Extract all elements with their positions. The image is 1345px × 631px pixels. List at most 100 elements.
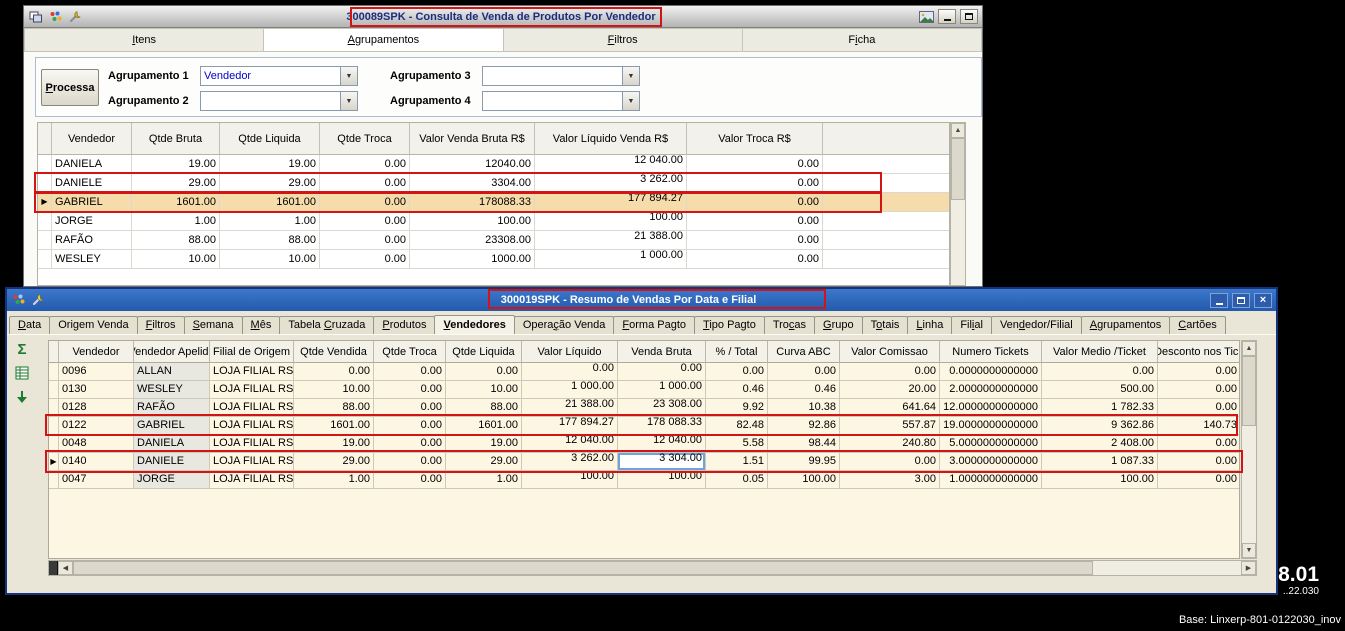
tab-grupo[interactable]: Grupo [814,316,863,334]
chevron-down-icon[interactable]: ▼ [622,67,639,85]
column-header-valor-liquido-venda-r[interactable]: Valor Líquido Venda R$ [535,123,687,155]
cell-valor-troca-r[interactable]: 0.00 [687,193,823,212]
cell-curva-abc[interactable]: 0.00 [768,363,840,381]
cell-valor-troca-r[interactable]: 0.00 [687,155,823,174]
cell-numero-tickets[interactable]: 2.0000000000000 [940,381,1042,399]
cell-vendedor[interactable]: RAFÃO [52,231,132,250]
cell-qtde-troca[interactable]: 0.00 [320,250,410,269]
wrench-icon[interactable] [68,10,84,24]
cell-qtde-troca[interactable]: 0.00 [374,453,446,471]
table-row[interactable]: DANIELE 29.00 29.00 0.00 3304.00 3 262.00 0.00 [38,174,949,193]
tab-agrupamentos[interactable]: Agrupamentos [263,28,504,51]
tab-cartoes[interactable]: Cartões [1169,316,1226,334]
cell-vendedor[interactable]: DANIELE [52,174,132,193]
cell-qtde-liquida[interactable]: 88.00 [220,231,320,250]
column-header-qtde-vendida[interactable]: Qtde Vendida [294,341,374,363]
cell-vendedor-apelido[interactable]: ALLAN [134,363,210,381]
chevron-down-icon[interactable]: ▼ [622,92,639,110]
cell-vendedor-apelido[interactable]: JORGE [134,471,210,489]
cell-valor-troca-r[interactable]: 0.00 [687,212,823,231]
cell-total[interactable]: 5.58 [706,435,768,453]
cell-filial-de-origem[interactable]: LOJA FILIAL RS [210,399,294,417]
tab-filtros[interactable]: Filtros [136,316,185,334]
cell-vendedor[interactable]: 0048 [59,435,134,453]
cell-desconto-nos-tick[interactable]: 0.00 [1158,453,1239,471]
tab-ficha[interactable]: Fi cha [741,28,982,51]
cell-qtde-troca[interactable]: 0.00 [320,212,410,231]
tab-produtos[interactable]: Produtos [373,316,436,334]
cell-valor-liquido[interactable]: 21 388.00 [522,399,618,417]
scrollbar-track[interactable] [1242,426,1256,543]
column-header-vendedor[interactable]: Vendedor [52,123,132,155]
cell-valor-venda-bruta-r[interactable]: 178088.33 [410,193,535,212]
cell-total[interactable]: 0.46 [706,381,768,399]
cell-vendedor[interactable]: 0047 [59,471,134,489]
cell-valor-medio-ticket[interactable]: 1 087.33 [1042,453,1158,471]
top-grid-vertical-scrollbar[interactable]: ▲ [950,122,966,286]
cell-valor-comissao[interactable]: 3.00 [840,471,940,489]
cell-qtde-liquida[interactable]: 19.00 [220,155,320,174]
cell-valor-comissao[interactable]: 557.87 [840,417,940,435]
wrench-icon[interactable] [31,293,47,307]
cell-qtde-bruta[interactable]: 29.00 [132,174,220,193]
cell-qtde-troca[interactable]: 0.00 [374,399,446,417]
agrupamento-4-combo[interactable]: ▼ [482,91,640,111]
bottom-grid-vertical-scrollbar[interactable]: ▲ ▼ [1241,340,1257,559]
cell-valor-liquido-venda-r[interactable]: 177 894.27 [535,193,687,212]
column-header-qtde-troca[interactable]: Qtde Troca [320,123,410,155]
cell-qtde-vendida[interactable]: 88.00 [294,399,374,417]
cell-valor-troca-r[interactable]: 0.00 [687,174,823,193]
cell-valor-venda-bruta-r[interactable]: 3304.00 [410,174,535,193]
column-header-total[interactable]: % / Total [706,341,768,363]
cascade-windows-icon[interactable] [28,10,44,24]
cell-qtde-liquida[interactable]: 10.00 [446,381,522,399]
cell-qtde-liquida[interactable]: 1601.00 [446,417,522,435]
cell-numero-tickets[interactable]: 1.0000000000000 [940,471,1042,489]
table-row[interactable]: 0096 ALLAN LOJA FILIAL RS 0.00 0.00 0.00 0.00 0… [49,363,1239,381]
agrupamento-1-combo[interactable]: Vendedor ▼ [200,66,358,86]
agrupamento-3-combo[interactable]: ▼ [482,66,640,86]
chevron-down-icon[interactable]: ▼ [340,92,357,110]
cell-valor-medio-ticket[interactable]: 9 362.86 [1042,417,1158,435]
cell-vendedor[interactable]: 0140 [59,453,134,471]
cell-total[interactable]: 0.00 [706,363,768,381]
column-header-curva-abc[interactable]: Curva ABC [768,341,840,363]
cell-valor-troca-r[interactable]: 0.00 [687,231,823,250]
cell-filial-de-origem[interactable]: LOJA FILIAL RS [210,381,294,399]
cell-qtde-bruta[interactable]: 88.00 [132,231,220,250]
cell-qtde-troca[interactable]: 0.00 [320,174,410,193]
cell-qtde-bruta[interactable]: 19.00 [132,155,220,174]
table-row[interactable]: 0047 JORGE LOJA FILIAL RS 1.00 0.00 1.00 100.0… [49,471,1239,489]
tab-data[interactable]: Data [9,316,51,334]
top-window-titlebar[interactable]: 300089SPK - Consulta de Venda de Produto… [24,6,982,28]
column-header-valor-troca-r[interactable]: Valor Troca R$ [687,123,823,155]
cell-valor-liquido-venda-r[interactable]: 100.00 [535,212,687,231]
cell-numero-tickets[interactable]: 3.0000000000000 [940,453,1042,471]
cell-qtde-bruta[interactable]: 1601.00 [132,193,220,212]
cell-numero-tickets[interactable]: 5.0000000000000 [940,435,1042,453]
cell-valor-venda-bruta-r[interactable]: 12040.00 [410,155,535,174]
cell-qtde-troca[interactable]: 0.00 [320,231,410,250]
cell-valor-liquido[interactable]: 12 040.00 [522,435,618,453]
cell-curva-abc[interactable]: 0.46 [768,381,840,399]
cell-valor-medio-ticket[interactable]: 2 408.00 [1042,435,1158,453]
tab-operacao-venda[interactable]: Operação Venda [513,316,615,334]
table-row[interactable]: 0048 DANIELA LOJA FILIAL RS 19.00 0.00 19.00 1… [49,435,1239,453]
cell-qtde-troca[interactable]: 0.00 [374,381,446,399]
cell-qtde-liquida[interactable]: 88.00 [446,399,522,417]
cell-venda-bruta[interactable]: 100.00 [618,471,706,489]
table-row[interactable]: WESLEY 10.00 10.00 0.00 1000.00 1 000.00 0.00 [38,250,949,269]
cell-valor-venda-bruta-r[interactable]: 100.00 [410,212,535,231]
cell-vendedor[interactable]: GABRIEL [52,193,132,212]
cell-vendedor[interactable]: 0130 [59,381,134,399]
cell-vendedor[interactable]: 0128 [59,399,134,417]
cell-desconto-nos-tick[interactable]: 0.00 [1158,435,1239,453]
cell-qtde-liquida[interactable]: 19.00 [446,435,522,453]
cell-curva-abc[interactable]: 99.95 [768,453,840,471]
cell-valor-medio-ticket[interactable]: 0.00 [1042,363,1158,381]
cell-vendedor-apelido[interactable]: GABRIEL [134,417,210,435]
cell-total[interactable]: 1.51 [706,453,768,471]
cell-valor-liquido[interactable]: 100.00 [522,471,618,489]
minimize-button[interactable] [1210,292,1228,308]
cell-venda-bruta[interactable]: 178 088.33 [618,417,706,435]
